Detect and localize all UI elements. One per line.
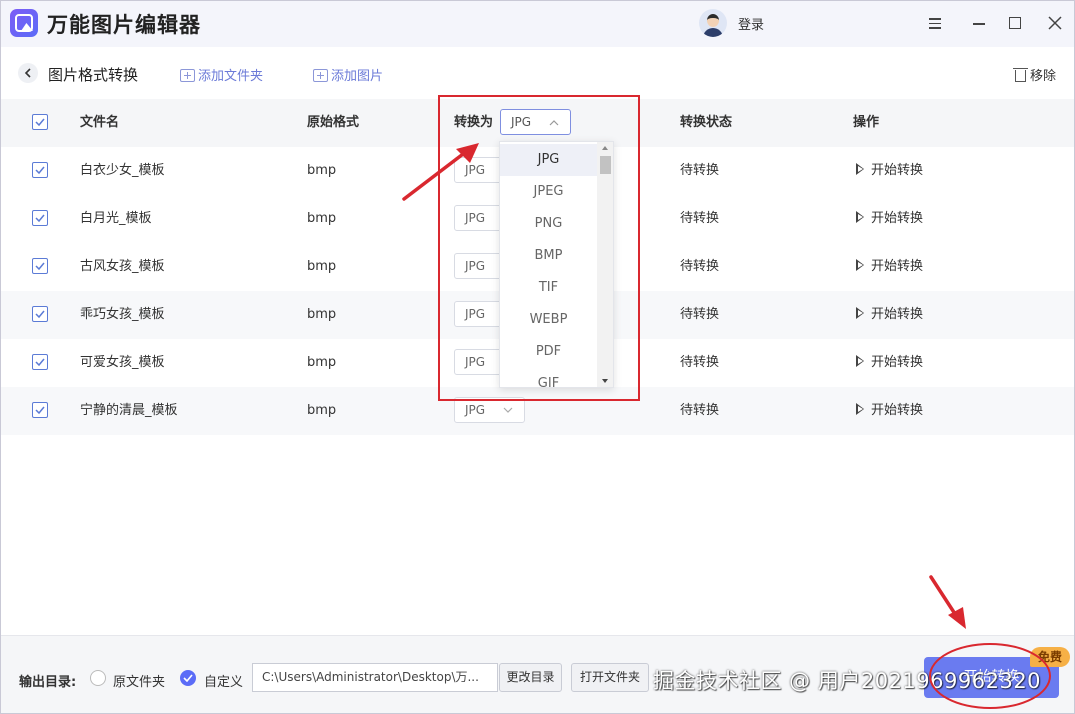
radio-original-folder[interactable] [90,670,106,686]
row-start-label: 开始转换 [871,163,924,178]
row-format: bmp [307,307,337,322]
remove-button[interactable]: 移除 [1013,65,1057,84]
output-path-field[interactable]: C:\Users\Administrator\Desktop\万... [252,663,498,692]
check-icon [35,406,45,415]
close-icon[interactable] [1043,11,1067,35]
add-image-label: 添加图片 [331,69,384,84]
annotation-arrow-icon [929,575,966,629]
radio-original-folder-label[interactable]: 原文件夹 [113,671,165,690]
remove-label: 移除 [1030,69,1057,84]
row-start-button[interactable]: 开始转换 [856,387,923,435]
play-icon [856,259,864,271]
check-icon [35,118,45,127]
open-folder-button[interactable]: 打开文件夹 [571,663,649,692]
play-icon [856,163,864,175]
user-avatar[interactable] [699,9,727,37]
row-start-button[interactable]: 开始转换 [856,339,923,387]
row-status: 待转换 [680,403,720,418]
row-format: bmp [307,163,337,178]
row-checkbox[interactable] [32,402,48,418]
row-status: 待转换 [680,355,720,370]
row-start-button[interactable]: 开始转换 [856,195,923,243]
row-filename: 白衣少女_模板 [80,163,165,178]
row-checkbox[interactable] [32,210,48,226]
maximize-icon[interactable] [1003,11,1027,35]
chevron-left-icon [24,68,31,78]
back-button[interactable] [18,63,38,83]
image-plus-icon [313,69,328,82]
page-title: 图片格式转换 [48,66,139,84]
check-icon [183,674,193,682]
header-original-format: 原始格式 [307,115,360,130]
row-start-label: 开始转换 [871,211,924,226]
play-icon [856,403,864,415]
row-filename: 乖巧女孩_模板 [80,307,165,322]
row-status: 待转换 [680,259,720,274]
check-icon [35,214,45,223]
row-start-button[interactable]: 开始转换 [856,291,923,339]
toolbar: 图片格式转换 添加文件夹 添加图片 移除 [1,47,1074,99]
minimize-icon[interactable] [967,11,991,35]
row-start-label: 开始转换 [871,307,924,322]
row-format: bmp [307,211,337,226]
title-bar: 万能图片编辑器 登录 [1,1,1074,47]
change-dir-button[interactable]: 更改目录 [499,663,562,692]
row-status: 待转换 [680,211,720,226]
header-action: 操作 [853,115,880,130]
annotation-highlight-box [438,95,640,401]
check-icon [35,262,45,271]
row-start-label: 开始转换 [871,355,924,370]
row-start-label: 开始转换 [871,403,924,418]
row-status: 待转换 [680,307,720,322]
row-format-value: JPG [465,403,486,417]
row-filename: 古风女孩_模板 [80,259,165,274]
row-status: 待转换 [680,163,720,178]
folder-plus-icon [180,69,195,82]
add-image-button[interactable]: 添加图片 [313,65,383,84]
app-logo-icon [10,9,38,37]
row-checkbox[interactable] [32,354,48,370]
play-icon [856,355,864,367]
row-start-button[interactable]: 开始转换 [856,147,923,195]
row-start-button[interactable]: 开始转换 [856,243,923,291]
output-dir-label: 输出目录: [19,675,77,690]
menu-icon[interactable] [923,11,947,35]
row-filename: 白月光_模板 [80,211,152,226]
login-link[interactable]: 登录 [738,14,764,33]
header-filename: 文件名 [80,115,120,130]
output-footer: 输出目录: 原文件夹 自定义 C:\Users\Administrator\De… [1,635,1074,713]
play-icon [856,211,864,223]
row-checkbox[interactable] [32,306,48,322]
row-filename: 可爱女孩_模板 [80,355,165,370]
row-format: bmp [307,403,337,418]
check-icon [35,166,45,175]
row-checkbox[interactable] [32,162,48,178]
radio-custom[interactable] [180,670,196,686]
add-folder-label: 添加文件夹 [198,69,264,84]
add-folder-button[interactable]: 添加文件夹 [180,65,263,84]
app-title: 万能图片编辑器 [47,13,201,37]
select-all-checkbox[interactable] [32,114,48,130]
row-format: bmp [307,355,337,370]
row-format: bmp [307,259,337,274]
trash-icon [1013,68,1028,82]
check-icon [35,310,45,319]
row-filename: 宁静的清晨_模板 [80,403,178,418]
annotation-ellipse [929,643,1051,709]
chevron-down-icon [503,407,513,413]
radio-custom-label[interactable]: 自定义 [204,671,243,690]
row-checkbox[interactable] [32,258,48,274]
play-icon [856,307,864,319]
check-icon [35,358,45,367]
row-start-label: 开始转换 [871,259,924,274]
app-window: 万能图片编辑器 登录 图片格式转换 添加文件夹 添加图片 移除 文件名 原始格式… [0,0,1075,714]
header-status: 转换状态 [680,115,733,130]
